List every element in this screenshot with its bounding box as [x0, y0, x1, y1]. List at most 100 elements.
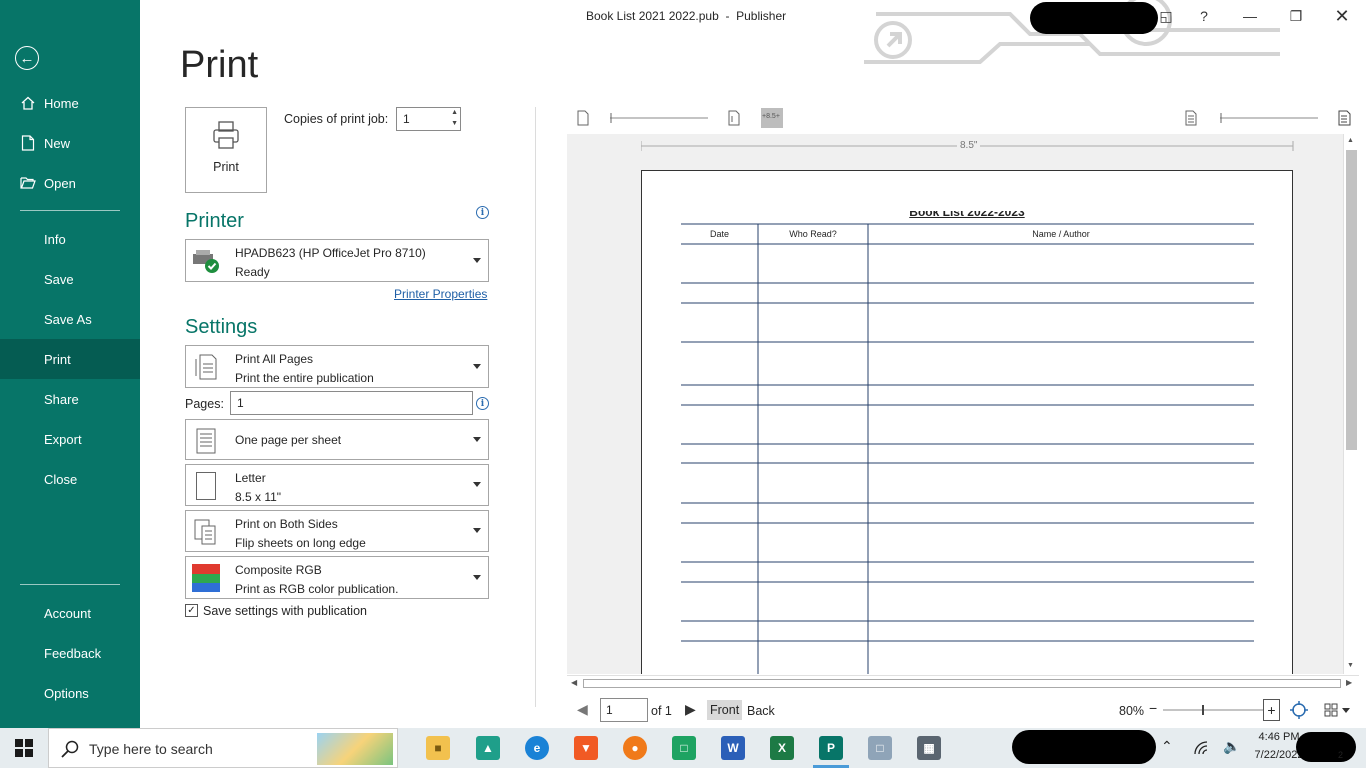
nav-open[interactable]: Open [0, 163, 140, 203]
vertical-scrollbar[interactable]: ▲ ▼ [1343, 134, 1359, 674]
fit-page-icon[interactable] [1289, 700, 1309, 720]
pages-per-sheet-select[interactable]: One page per sheet [185, 419, 489, 460]
printer-select[interactable]: HPADB623 (HP OfficeJet Pro 8710) Ready [185, 239, 489, 282]
calculator-app-icon[interactable]: ▦ [917, 736, 941, 760]
nav-home[interactable]: Home [0, 83, 140, 123]
column-header-name-author: Name / Author [1032, 229, 1090, 239]
nav-info[interactable]: Info [0, 219, 140, 259]
info-icon[interactable]: i [476, 397, 489, 410]
chevron-down-icon [473, 363, 481, 369]
nav-account[interactable]: Account [0, 593, 140, 633]
help-icon[interactable]: ? [1191, 4, 1217, 28]
printer-heading: Printer [185, 210, 244, 232]
nav-export-label: Export [44, 431, 82, 447]
settings-heading: Settings [185, 316, 258, 338]
chat-app-icon[interactable]: □ [672, 736, 696, 760]
color-mode-select[interactable]: Composite RGB Print as RGB color publica… [185, 556, 489, 599]
windows-start-icon[interactable] [15, 739, 33, 757]
nav-home-label: Home [44, 95, 79, 111]
back-arrow-icon[interactable]: ← [15, 46, 39, 70]
file-explorer-icon[interactable]: ■ [426, 736, 450, 760]
nav-save[interactable]: Save [0, 259, 140, 299]
paper-size-select[interactable]: Letter 8.5 x 11" [185, 464, 489, 506]
info-icon[interactable]: i [476, 206, 489, 219]
zoom-in-icon[interactable]: + [1263, 699, 1280, 721]
next-page-icon[interactable]: ▶ [685, 701, 696, 718]
scroll-right-icon[interactable]: ▶ [1346, 678, 1352, 687]
redacted-account [1030, 2, 1158, 34]
printer-properties-link[interactable]: Printer Properties [394, 287, 487, 301]
nav-divider [20, 584, 120, 585]
nav-save-as[interactable]: Save As [0, 299, 140, 339]
nav-export[interactable]: Export [0, 419, 140, 459]
sheet-toolbar [1185, 110, 1351, 126]
multiple-sheets-icon [1338, 110, 1351, 126]
page-title: Print [180, 44, 259, 86]
publisher-app-icon[interactable]: P [819, 736, 843, 760]
nav-share[interactable]: Share [0, 379, 140, 419]
taskbar-search-box[interactable]: Type here to search [48, 728, 398, 768]
chevron-down-icon [473, 257, 481, 263]
save-settings-label: Save settings with publication [203, 604, 367, 618]
brave-browser-icon[interactable]: ▼ [574, 736, 598, 760]
zoom-slider[interactable] [1163, 700, 1263, 720]
nav-divider [20, 210, 120, 211]
nav-print-label: Print [44, 351, 71, 367]
stepper-down-icon[interactable]: ▼ [451, 120, 458, 127]
coauthor-icon[interactable]: ◱ [1153, 4, 1179, 28]
pages-label: Pages: [185, 397, 224, 411]
volume-icon[interactable]: 🔈 [1223, 738, 1240, 755]
scroll-down-icon[interactable]: ▼ [1347, 662, 1354, 669]
column-header-who-read: Who Read? [789, 229, 837, 239]
notification-count[interactable]: 2 [1338, 750, 1343, 760]
nav-new[interactable]: New [0, 123, 140, 163]
nav-close[interactable]: Close [0, 459, 140, 499]
nav-feedback[interactable]: Feedback [0, 633, 140, 673]
view-options-button[interactable] [1322, 699, 1358, 721]
excel-app-icon[interactable]: X [770, 736, 794, 760]
scroll-left-icon[interactable]: ◀ [571, 678, 577, 687]
close-window-icon[interactable]: ✕ [1329, 4, 1355, 28]
horizontal-scroll-thumb[interactable] [583, 679, 1341, 688]
previous-page-icon[interactable]: ◀ [577, 701, 588, 718]
chevron-down-icon [1342, 707, 1350, 713]
print-range-select[interactable]: Print All Pages Print the entire publica… [185, 345, 489, 388]
nav-options[interactable]: Options [0, 673, 140, 713]
print-button-label: Print [213, 160, 239, 174]
paper-size-desc: 8.5 x 11" [235, 490, 282, 504]
print-button[interactable]: Print [185, 107, 267, 193]
panel-divider [535, 107, 536, 707]
word-app-icon[interactable]: W [721, 736, 745, 760]
nav-share-label: Share [44, 391, 79, 407]
nav-print[interactable]: Print [0, 339, 140, 379]
zoom-badge[interactable]: +8.5+ [762, 113, 780, 120]
home-icon [19, 94, 37, 112]
show-hidden-icons-icon[interactable]: ⌃ [1161, 738, 1173, 755]
copies-label: Copies of print job: [284, 112, 389, 126]
copies-stepper[interactable]: 1 ▲ ▼ [396, 107, 461, 131]
nav-new-label: New [44, 135, 71, 151]
stepper-up-icon[interactable]: ▲ [451, 109, 458, 116]
chevron-down-icon [473, 436, 481, 442]
front-side-button[interactable]: Front [707, 700, 743, 720]
pages-input[interactable]: 1 [230, 391, 473, 415]
page-number-input[interactable]: 1 [600, 698, 648, 722]
single-page-icon [577, 110, 589, 126]
save-settings-checkbox[interactable]: ✓ [185, 604, 198, 617]
scroll-up-icon[interactable]: ▲ [1347, 137, 1354, 144]
zoom-out-icon[interactable]: − [1149, 700, 1157, 716]
firefox-browser-icon[interactable]: ● [623, 736, 647, 760]
security-app-icon[interactable]: ▲ [476, 736, 500, 760]
edge-browser-icon[interactable]: e [525, 736, 549, 760]
photos-app-icon[interactable]: □ [868, 736, 892, 760]
vertical-scroll-thumb[interactable] [1346, 150, 1357, 450]
network-icon[interactable] [1193, 740, 1209, 756]
horizontal-scrollbar[interactable]: ◀ ▶ [567, 675, 1359, 691]
preview-page: Book List 2022-2023 Date Who Read? Name … [641, 170, 1293, 674]
duplex-select[interactable]: Print on Both Sides Flip sheets on long … [185, 510, 489, 552]
search-icon [61, 740, 79, 758]
pages-icon [191, 352, 221, 382]
back-side-button[interactable]: Back [747, 704, 775, 718]
restore-icon[interactable]: ❐ [1283, 4, 1309, 28]
minimize-icon[interactable]: — [1237, 4, 1263, 28]
